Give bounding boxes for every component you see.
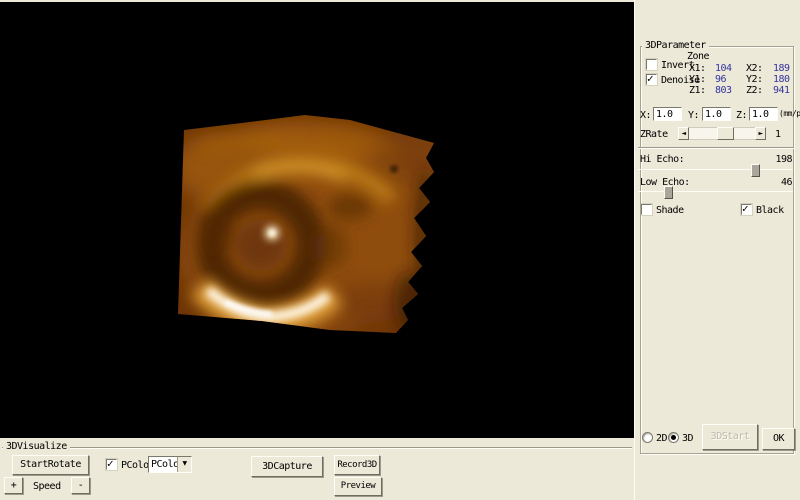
app-window: 3DParameter ✓ Invert ✓ Denoise Zone X1: …: [0, 0, 800, 500]
mode-2d-radio[interactable]: [642, 432, 653, 443]
low-echo-slider[interactable]: [638, 186, 793, 199]
visualize-group-title: 3DVisualize: [3, 441, 70, 452]
zone-z2-label: Z2:: [746, 85, 763, 96]
zone-x1-label: X1:: [689, 63, 706, 74]
voxel-z-label: Z:: [736, 110, 747, 121]
low-echo-slider-thumb[interactable]: [664, 186, 673, 199]
zone-x2-label: X2:: [746, 63, 763, 74]
hi-echo-slider[interactable]: [638, 164, 793, 177]
black-checkmark: ✓: [742, 202, 749, 215]
zone-x1-value: 104: [715, 63, 732, 74]
denoise-checkbox[interactable]: ✓: [646, 74, 657, 85]
invert-checkbox[interactable]: ✓: [646, 59, 657, 70]
zone-z2-value: 941: [773, 85, 790, 96]
chevron-down-icon[interactable]: ▼: [177, 457, 191, 472]
zrate-scrollbar-thumb[interactable]: [717, 127, 734, 140]
mode-2d-label: 2D: [656, 433, 667, 444]
zrate-label: ZRate: [640, 129, 668, 140]
pcolor-dropdown[interactable]: PColor ▼: [148, 456, 192, 473]
visualize-group-border: [2, 447, 632, 449]
voxel-y-label: Y:: [688, 110, 699, 121]
voxel-y-input[interactable]: [702, 107, 731, 121]
speed-plus-button[interactable]: +: [4, 477, 23, 494]
zone-z1-label: Z1:: [689, 85, 706, 96]
voxel-z-input[interactable]: [749, 107, 778, 121]
ultrasound-image: [0, 2, 634, 438]
speed-minus-button[interactable]: -: [71, 477, 90, 494]
low-echo-slider-track: [638, 191, 793, 192]
preview-button[interactable]: Preview: [334, 477, 382, 496]
zrate-left-arrow-icon[interactable]: ◄: [678, 127, 689, 140]
mode-3d-label: 3D: [682, 433, 693, 444]
zone-y2-label: Y2:: [746, 74, 763, 85]
voxel-x-input[interactable]: [653, 107, 682, 121]
zrate-value: 1: [775, 129, 781, 140]
shade-checkbox[interactable]: ✓: [641, 204, 652, 215]
zone-x2-value: 189: [773, 63, 790, 74]
mode-3d-radio-dot: [671, 435, 676, 440]
capture-button[interactable]: 3DCapture: [251, 456, 323, 477]
zone-y1-value: 96: [715, 74, 726, 85]
zone-title: Zone: [687, 51, 709, 62]
zone-y2-value: 180: [773, 74, 790, 85]
denoise-checkmark: ✓: [647, 72, 654, 85]
voxel-x-label: X:: [640, 110, 651, 121]
start-rotate-button[interactable]: StartRotate: [12, 455, 89, 475]
mode-3d-radio[interactable]: [668, 432, 679, 443]
parameter-group-title: 3DParameter: [642, 40, 709, 51]
zrate-right-arrow-icon[interactable]: ►: [755, 127, 766, 140]
ok-button[interactable]: OK: [762, 428, 795, 450]
hi-echo-slider-track: [638, 169, 793, 170]
zone-y1-label: Y1:: [689, 74, 706, 85]
zrate-scrollbar: ◄ ►: [678, 127, 766, 140]
visualize-panel: 3DVisualize StartRotate + Speed - ✓ PCol…: [0, 438, 634, 500]
hi-echo-slider-thumb[interactable]: [751, 164, 760, 177]
shade-label: Shade: [656, 205, 684, 216]
render-viewport[interactable]: [0, 2, 634, 438]
pcolor-checkmark: ✓: [107, 457, 114, 470]
speed-label: Speed: [33, 481, 61, 492]
pcolor-checkbox[interactable]: ✓: [106, 459, 117, 470]
black-checkbox[interactable]: ✓: [741, 204, 752, 215]
black-label: Black: [756, 205, 784, 216]
zone-z1-value: 803: [715, 85, 732, 96]
start3d-button: 3DStart: [702, 424, 758, 450]
record-button[interactable]: Record3D: [334, 455, 380, 475]
parameter-panel: 3DParameter ✓ Invert ✓ Denoise Zone X1: …: [634, 0, 800, 500]
voxel-unit-label: (mm/p): [779, 109, 800, 118]
panel-separator: [638, 147, 794, 149]
